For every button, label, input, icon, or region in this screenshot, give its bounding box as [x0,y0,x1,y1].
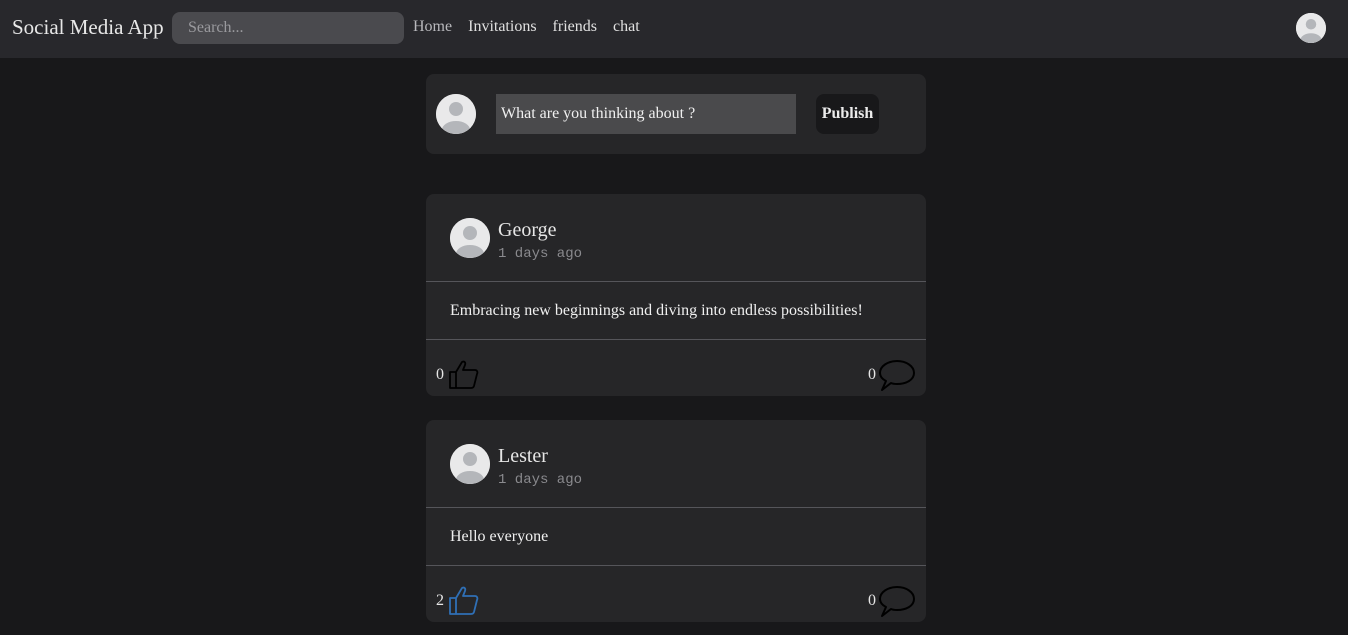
nav-link-home[interactable]: Home [413,18,452,36]
author-avatar-icon[interactable] [450,218,490,258]
comment-count: 0 [868,592,876,609]
post-composer: Publish [426,74,926,154]
post-author[interactable]: Lester [498,445,548,468]
nav-link-friends[interactable]: friends [553,18,597,36]
post-input[interactable] [496,94,796,134]
author-avatar-icon[interactable] [450,444,490,484]
nav-link-invitations[interactable]: Invitations [468,18,536,36]
top-navbar: Social Media App Home Invitations friend… [0,0,1348,58]
thumbs-up-icon[interactable] [448,358,480,390]
publish-button[interactable]: Publish [816,94,879,134]
post-header: George 1 days ago [426,194,926,282]
post-body: Embracing new beginnings and diving into… [426,283,926,340]
like-count: 2 [436,592,444,609]
post-time: 1 days ago [498,246,583,262]
like-count: 0 [436,366,444,383]
app-brand[interactable]: Social Media App [12,15,164,40]
post-card: George 1 days ago Embracing new beginnin… [426,194,926,396]
search-input[interactable] [172,12,404,44]
post-content: Embracing new beginnings and diving into… [450,302,863,319]
post-author[interactable]: George [498,219,557,242]
speech-bubble-icon[interactable] [878,358,916,394]
speech-bubble-icon[interactable] [878,584,916,620]
post-header: Lester 1 days ago [426,420,926,508]
nav-link-chat[interactable]: chat [613,18,640,36]
comment-count: 0 [868,366,876,383]
post-time: 1 days ago [498,472,583,488]
composer-avatar-icon [436,94,476,134]
post-card: Lester 1 days ago Hello everyone 2 0 [426,420,926,622]
thumbs-up-icon[interactable] [448,584,480,616]
profile-avatar-icon[interactable] [1296,13,1326,43]
post-footer: 2 0 [426,566,926,622]
nav-links: Home Invitations friends chat [413,18,640,36]
post-footer: 0 0 [426,340,926,396]
post-body: Hello everyone [426,509,926,566]
post-content: Hello everyone [450,528,549,545]
